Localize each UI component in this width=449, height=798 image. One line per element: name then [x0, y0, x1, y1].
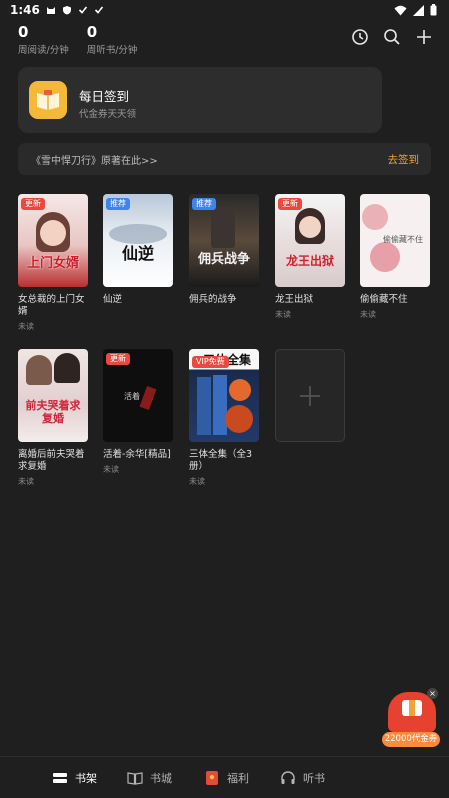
weekly-reading-value: 0 [18, 23, 29, 41]
daily-signin-card[interactable]: 每日签到 代金券天天领 [18, 67, 382, 133]
book-title: 离婚后前夫哭着求复婚 [18, 449, 85, 472]
weekly-reading-label: 周阅读/分钟 [18, 45, 69, 56]
weekly-reading-stat: 0 周阅读/分钟 [18, 24, 69, 56]
battery-icon [430, 4, 437, 16]
book-tag: 推荐 [106, 198, 130, 210]
check-icon [78, 6, 87, 14]
book-state: 未读 [275, 310, 291, 319]
signin-subtitle: 代金券天天领 [79, 109, 137, 120]
book-title: 龙王出狱 [275, 294, 314, 305]
book-title: 偷偷藏不住 [360, 294, 408, 305]
plus-icon[interactable] [415, 28, 433, 46]
book-tag: VIP免费 [192, 356, 229, 368]
plus-icon [300, 385, 320, 406]
nav-label: 福利 [227, 772, 249, 785]
book-cover[interactable]: 前夫哭着求复婚 [18, 349, 88, 442]
signin-title: 每日签到 [79, 89, 130, 104]
cover-title: 龙王出狱 [285, 254, 334, 268]
top-actions [351, 28, 433, 46]
cover-title: 仙逆 [121, 244, 154, 263]
add-book-button[interactable] [275, 349, 345, 442]
close-icon[interactable]: × [427, 688, 438, 699]
headphones-icon [281, 771, 295, 784]
reading-stats: 0 周阅读/分钟 0 周听书/分钟 [18, 24, 137, 56]
search-icon[interactable] [383, 28, 401, 46]
book-state: 未读 [18, 477, 34, 486]
signal-icon [413, 4, 424, 16]
nav-welfare[interactable]: 福利 [204, 770, 249, 786]
book-state: 未读 [360, 310, 376, 319]
book-item[interactable]: 活着 更新 活着-余华[精品] 未读 [103, 349, 173, 475]
shield-icon [62, 6, 71, 15]
book-tag: 更新 [278, 198, 302, 210]
notice-bar[interactable]: 《雪中悍刀行》原著在此>> 去签到 [18, 143, 431, 175]
book-item[interactable]: 三体全集 VIP免费 三体全集（全3册） 未读 [189, 349, 259, 487]
cover-title: 前夫哭着求复婚 [25, 399, 81, 425]
book-state: 未读 [103, 465, 119, 474]
nav-label: 听书 [303, 772, 325, 785]
coupon-float[interactable]: × 22000代金券 [382, 688, 442, 750]
bookshelf-icon [53, 773, 67, 783]
nav-bookshelf[interactable]: 书架 [52, 770, 97, 786]
bottom-nav: 书架 书城 福利 听书 [0, 756, 449, 798]
book-title: 三体全集（全3册） [189, 449, 253, 472]
book-cover[interactable]: 活着 更新 [103, 349, 173, 442]
weekly-listening-label: 周听书/分钟 [86, 45, 138, 56]
book-item[interactable]: 龙王出狱 更新 龙王出狱 未读 [275, 194, 345, 320]
book-state: 未读 [189, 477, 205, 486]
go-signin-link[interactable]: 去签到 [388, 152, 420, 167]
book-tag: 推荐 [192, 198, 216, 210]
wifi-icon [394, 5, 407, 15]
book-item[interactable]: 仙逆 推荐 仙逆 [103, 194, 173, 309]
weekly-listening-stat: 0 周听书/分钟 [87, 24, 138, 56]
book-title: 活着-余华[精品] [103, 449, 171, 460]
book-state: 未读 [18, 322, 34, 331]
cover-title: 偷偷藏不住 [383, 235, 423, 244]
book-item[interactable]: 上门女婿 更新 女总裁的上门女婿 未读 [18, 194, 88, 332]
book-cover[interactable]: 偷偷藏不住 [360, 194, 430, 287]
book-title: 女总裁的上门女婿 [18, 294, 85, 317]
open-book-icon [127, 772, 143, 785]
cover-title: 佣兵战争 [197, 252, 250, 267]
status-time: 1:46 [10, 3, 40, 17]
book-tag: 更新 [21, 198, 45, 210]
book-tag: 更新 [106, 353, 130, 365]
book-item[interactable]: 佣兵战争 推荐 佣兵的战争 [189, 194, 259, 309]
book-title: 佣兵的战争 [189, 294, 237, 305]
nav-label: 书城 [150, 772, 172, 785]
weekly-listening-value: 0 [86, 23, 98, 41]
notice-text: 《雪中悍刀行》原著在此>> [31, 156, 158, 167]
history-icon[interactable] [351, 28, 369, 46]
cover-title: 上门女婿 [26, 256, 79, 271]
book-item[interactable]: 前夫哭着求复婚 离婚后前夫哭着求复婚 未读 [18, 349, 88, 487]
red-envelope-icon [206, 771, 218, 785]
coupon-label: 22000代金券 [382, 732, 440, 747]
book-cover[interactable]: 上门女婿 更新 [18, 194, 88, 287]
cat-icon [46, 7, 55, 14]
book-cover[interactable]: 龙王出狱 更新 [275, 194, 345, 287]
book-title: 仙逆 [103, 294, 123, 305]
nav-bookstore[interactable]: 书城 [127, 770, 172, 786]
book-cover[interactable]: 三体全集 VIP免费 [189, 349, 259, 442]
nav-label: 书架 [75, 772, 97, 785]
book-item[interactable]: 偷偷藏不住 偷偷藏不住 未读 [360, 194, 430, 320]
book-gift-icon [29, 81, 67, 119]
nav-audiobook[interactable]: 听书 [280, 770, 325, 786]
status-bar: 1:46 [0, 0, 449, 20]
cover-title: 活着 [124, 392, 140, 401]
check-icon [94, 6, 103, 14]
book-cover[interactable]: 仙逆 推荐 [103, 194, 173, 287]
book-cover[interactable]: 佣兵战争 推荐 [189, 194, 259, 287]
